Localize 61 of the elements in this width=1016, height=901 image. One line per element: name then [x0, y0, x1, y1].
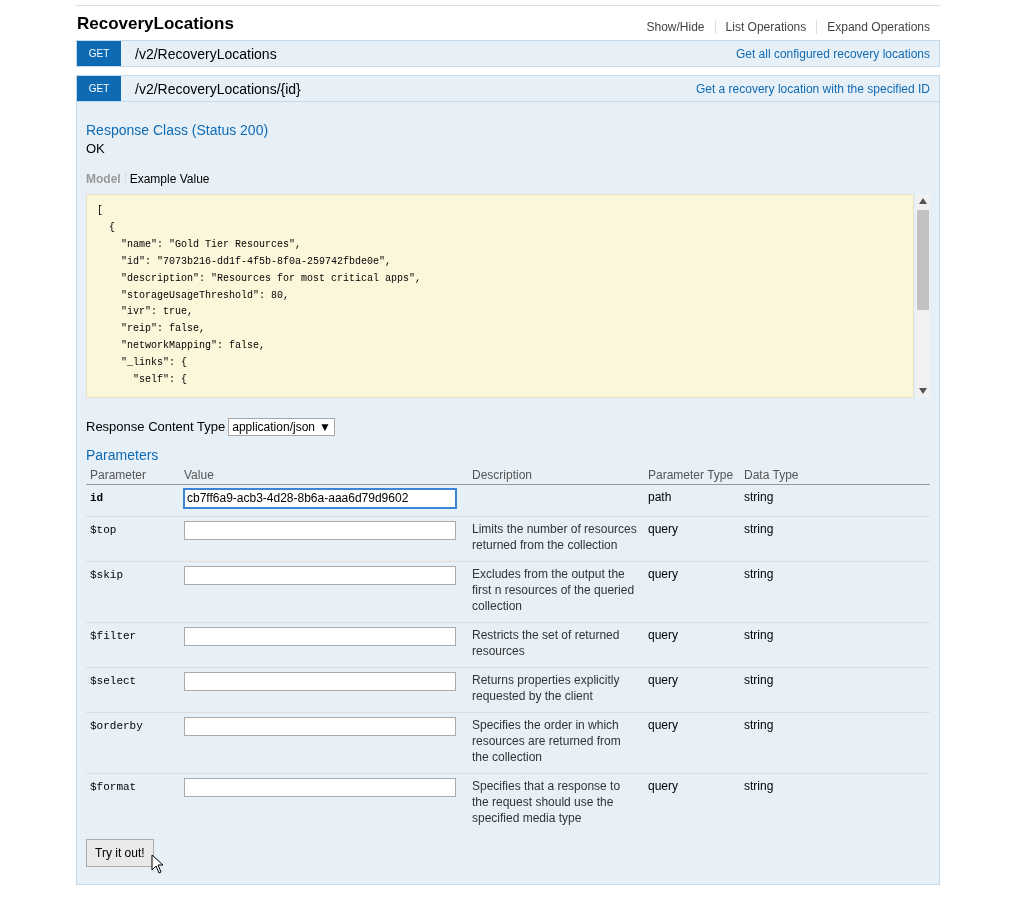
parameter-type: query [648, 627, 679, 642]
parameter-name: $select [90, 674, 137, 687]
endpoint-path[interactable]: /v2/RecoveryLocations/{id} [135, 80, 696, 97]
header-link[interactable]: Show/Hide [636, 20, 715, 34]
parameter-type: path [648, 489, 672, 504]
endpoint-path[interactable]: /v2/RecoveryLocations [135, 45, 736, 62]
value-input[interactable]: cb7ff6a9-acb3-4d28-8b6a-aaa6d79d9602 [184, 488, 456, 508]
parameter-description: Specifies that a response to the request should use the specified media type [472, 778, 621, 825]
header-link[interactable]: List Operations [714, 20, 817, 34]
parameter-type: query [648, 672, 679, 687]
value-input[interactable] [184, 626, 456, 646]
resource-title[interactable]: RecoveryLocations [77, 14, 234, 34]
parameter-name: $skip [90, 568, 123, 581]
value-input[interactable] [184, 716, 456, 736]
scroll-down-icon[interactable] [919, 387, 927, 394]
parameter-name: $top [90, 523, 117, 536]
data-type: string [744, 778, 774, 793]
parameter-type: query [648, 717, 679, 732]
parameter-description: Excludes from the output the first n resources of the queried collection [472, 566, 635, 613]
operation-summary[interactable]: Get all configured recovery locations [735, 46, 939, 61]
value-input[interactable] [184, 565, 456, 585]
response-message: OK [86, 141, 106, 156]
parameter-type: query [648, 521, 679, 536]
header-link[interactable]: Expand Operations [816, 20, 940, 34]
content-type-label: Response Content Type [86, 419, 226, 435]
model-tab[interactable]: Example Value [129, 172, 214, 186]
parameter-name: $filter [90, 629, 137, 642]
parameters-heading: Parameters [86, 446, 160, 463]
parameter-description: Restricts the set of returned resources [472, 627, 620, 658]
parameter-name: $orderby [90, 719, 143, 732]
response-class-heading: Response Class (Status 200) [86, 122, 270, 138]
column-header: Parameter [86, 465, 180, 485]
data-type: string [744, 672, 774, 687]
parameter-description: Returns properties explicitly requested by the client [472, 672, 620, 703]
parameter-description: Limits the number of resources returned from the collection [472, 521, 637, 552]
column-header: Description [468, 465, 644, 485]
scroll-up-icon[interactable] [919, 198, 927, 204]
operation-summary[interactable]: Get a recovery location with the specified ID [695, 81, 939, 96]
example-code: [ { "name": "Gold Tier Resources", "id": "7073b216-dd1f-4f5b-8f0a-259742fbde0e", "description": "Resources for most critical apps", "storageUsageThreshold": 80, "ivr": true, "reip": false, "networkMapping": false, "_links": { "self": { [86, 194, 914, 398]
parameter-type: query [648, 778, 679, 793]
parameter-name: $format [90, 780, 137, 793]
parameter-name: id [90, 491, 104, 504]
data-type: string [744, 627, 774, 642]
scrollbar[interactable] [916, 194, 930, 398]
value-input[interactable] [184, 520, 456, 540]
parameter-type: query [648, 566, 679, 581]
method-badge[interactable]: GET [77, 76, 121, 101]
column-header: Data Type [740, 465, 930, 485]
try-it-out-button[interactable]: Try it out! [86, 838, 154, 867]
parameter-description: Specifies the order in which resources are returned from the collection [472, 717, 621, 764]
data-type: string [744, 717, 774, 732]
column-header: Parameter Type [644, 465, 740, 485]
content-type-select[interactable]: application/json ▼ [228, 417, 335, 436]
cursor-icon [150, 853, 165, 874]
data-type: string [744, 521, 774, 536]
column-header: Value [180, 465, 468, 485]
data-type: string [744, 489, 774, 504]
method-badge[interactable]: GET [77, 41, 121, 66]
data-type: string [744, 566, 774, 581]
value-input[interactable] [184, 671, 456, 691]
value-input[interactable] [184, 777, 456, 797]
